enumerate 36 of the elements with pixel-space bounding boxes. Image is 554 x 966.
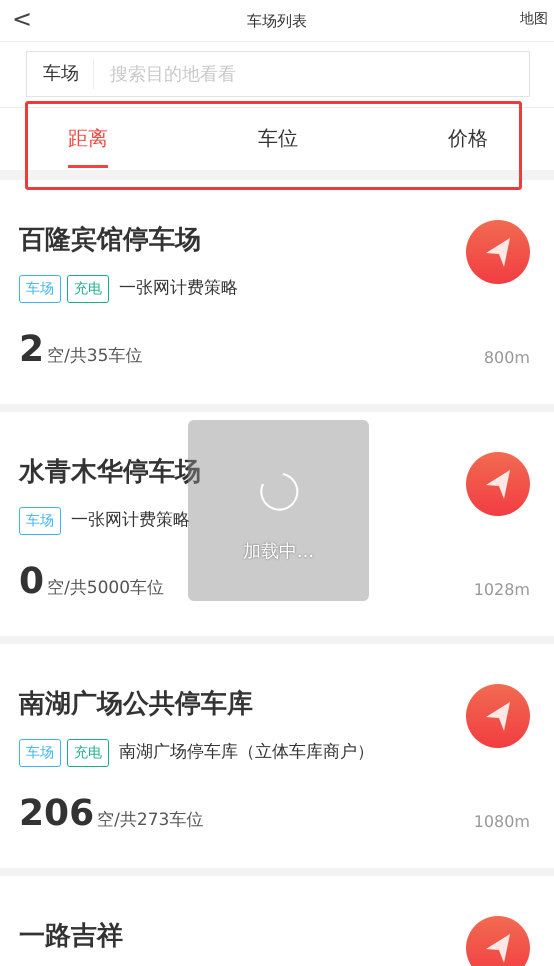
parking-name: 一路吉祥 <box>19 920 124 953</box>
distance-text: 1028m <box>474 579 530 601</box>
parking-card[interactable]: 一路吉祥 <box>0 876 554 966</box>
search-category-label[interactable]: 车场 <box>27 59 94 89</box>
navigate-icon[interactable] <box>466 452 530 516</box>
spinner-icon <box>259 472 299 512</box>
feature-tag: 充电 <box>67 739 109 767</box>
pricing-policy: 一张网计费策略 <box>71 509 190 532</box>
parking-card[interactable]: 百隆宾馆停车场 车场 充电 一张网计费策略 2 空/共35车位 800m <box>0 180 554 404</box>
free-count: 2 <box>19 330 44 370</box>
sort-tab[interactable]: 价格 <box>448 108 488 168</box>
feature-tag: 车场 <box>19 739 61 767</box>
parking-name: 南湖广场公共停车库 <box>19 688 254 721</box>
capacity-text: 空/共5000车位 <box>47 577 164 600</box>
distance-text: 800m <box>484 347 530 369</box>
page-title: 车场列表 <box>247 11 307 32</box>
capacity-text: 空/共35车位 <box>47 345 142 368</box>
sort-tab[interactable]: 距离 <box>68 108 108 168</box>
free-count: 206 <box>19 794 94 834</box>
pricing-policy: 南湖广场停车库（立体车库商户） <box>119 741 374 764</box>
distance-text: 1080m <box>474 811 530 833</box>
parking-card[interactable]: 南湖广场公共停车库 车场 充电 南湖广场停车库（立体车库商户） 206 空/共273车位 1080m <box>0 644 554 868</box>
navigate-icon[interactable] <box>466 220 530 284</box>
navigate-icon[interactable] <box>466 684 530 748</box>
map-button[interactable]: 地图 <box>520 0 548 38</box>
pricing-policy: 一张网计费策略 <box>119 277 238 300</box>
free-count: 0 <box>19 562 44 602</box>
feature-tag: 充电 <box>67 275 109 303</box>
parking-name: 百隆宾馆停车场 <box>19 224 202 257</box>
parking-name: 水青木华停车场 <box>19 456 202 489</box>
capacity-text: 空/共273车位 <box>97 809 204 832</box>
sort-tab[interactable]: 车位 <box>258 108 298 168</box>
navigate-icon[interactable] <box>466 916 530 966</box>
feature-tag: 车场 <box>19 507 61 535</box>
feature-tag: 车场 <box>19 275 61 303</box>
back-button[interactable]: < <box>8 4 36 34</box>
